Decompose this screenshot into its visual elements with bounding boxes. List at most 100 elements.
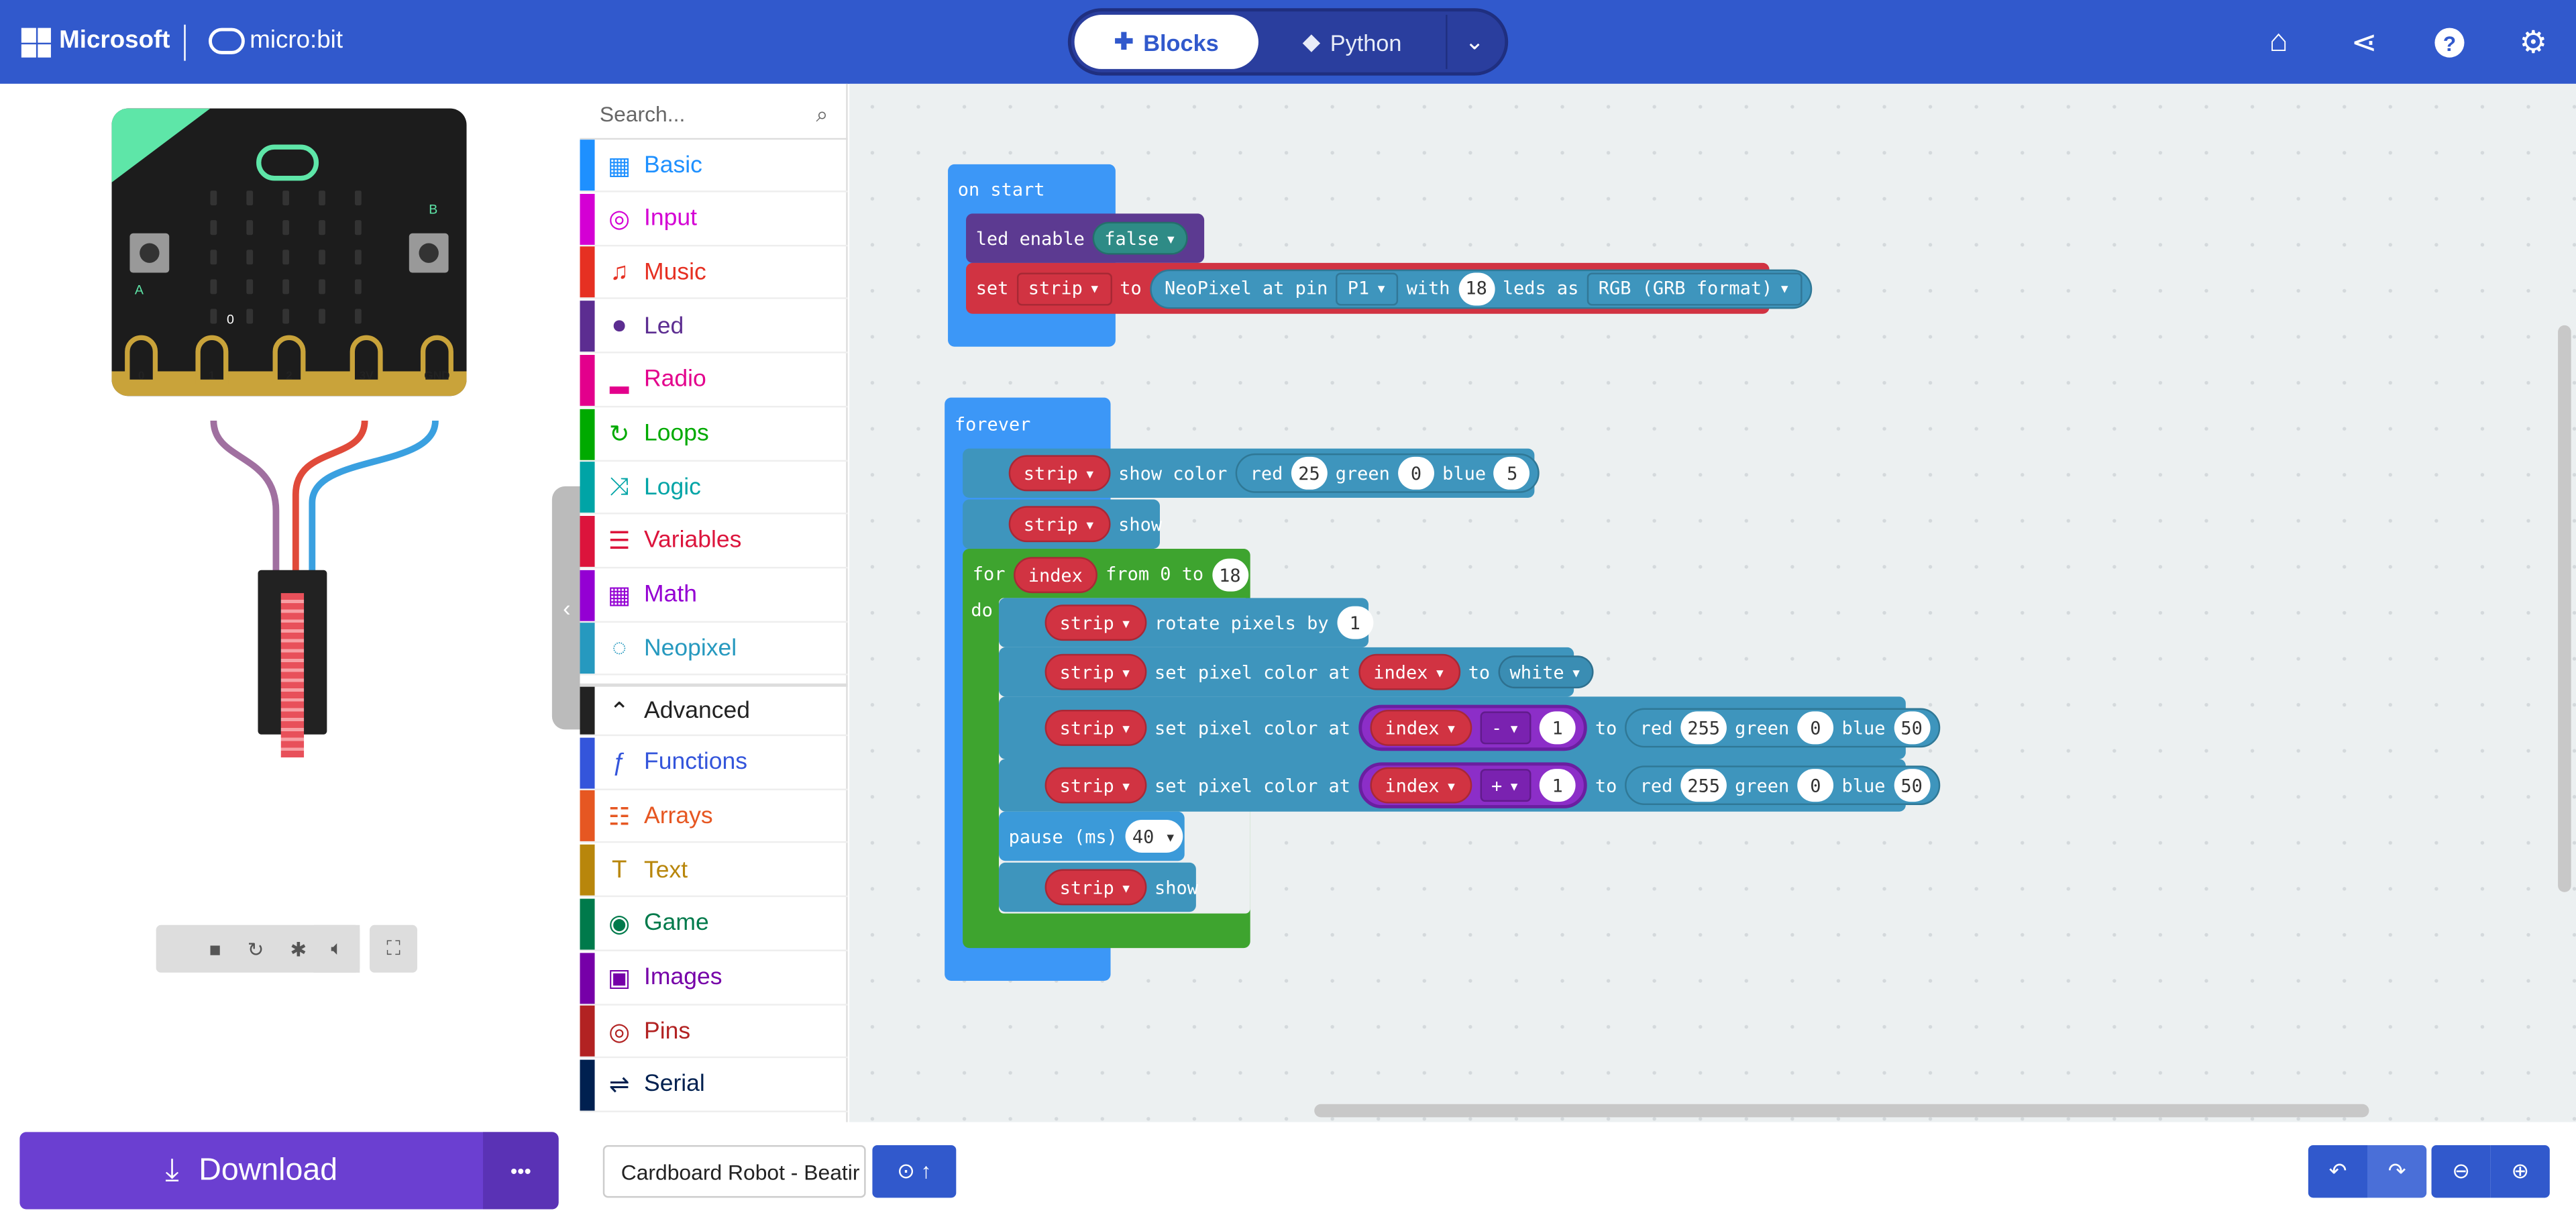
category-led[interactable]: ⏺ Led	[580, 301, 848, 354]
home-button[interactable]: ⌂	[2257, 21, 2300, 64]
green-input[interactable]: 0	[1797, 769, 1834, 802]
help-button[interactable]: ?	[2428, 21, 2471, 64]
debug-icon[interactable]: ✱	[290, 937, 307, 960]
settings-button[interactable]: ⚙	[2512, 21, 2555, 64]
category-images[interactable]: ▣ Images	[580, 952, 848, 1005]
index-dropdown[interactable]: index ▾	[1370, 709, 1472, 746]
operator-dropdown[interactable]: - ▾	[1479, 711, 1532, 745]
strip-dropdown[interactable]: strip ▾	[1044, 604, 1146, 641]
led-enable-block[interactable]: led enable false ▾	[966, 213, 1205, 263]
mode-dropdown[interactable]: RGB (GRB format) ▾	[1587, 272, 1802, 305]
set-strip-block[interactable]: set strip ▾ to NeoPixel at pin P1 ▾ with 1…	[966, 262, 1812, 314]
rotate-amount-input[interactable]: 1	[1336, 606, 1373, 639]
operand-input[interactable]: 1	[1539, 711, 1576, 745]
blue-input[interactable]: 5	[1494, 456, 1531, 490]
operand-input[interactable]: 1	[1539, 769, 1576, 802]
mute-button[interactable]: 🔈︎	[313, 924, 360, 973]
category-advanced[interactable]: ⌃ Advanced	[580, 683, 848, 737]
rgb-reporter[interactable]: red 25 green 0 blue 5	[1235, 453, 1540, 493]
stop-icon[interactable]: ■	[209, 937, 221, 960]
category-game[interactable]: ◉ Game	[580, 898, 848, 951]
download-main[interactable]: ⤓ Download	[19, 1153, 483, 1189]
category-arrays[interactable]: ☷ Arrays	[580, 790, 848, 844]
zoom-out-button[interactable]: ⊖	[2431, 1145, 2491, 1198]
category-variables[interactable]: ☰ Variables	[580, 515, 848, 569]
redo-button[interactable]: ↷	[2367, 1145, 2427, 1198]
fullscreen-button[interactable]: ⛶	[370, 924, 418, 973]
loop-end-input[interactable]: 18	[1212, 558, 1248, 592]
blocks-workspace[interactable]: on start led enable false ▾ set strip ▾ to…	[849, 83, 2576, 1122]
project-name-input[interactable]: Cardboard Robot - Beatir	[602, 1145, 866, 1198]
red-input[interactable]: 255	[1680, 711, 1727, 745]
github-button[interactable]: ⊙ ↑	[872, 1145, 957, 1198]
category-math[interactable]: ▦ Math	[580, 569, 848, 623]
set-pixel-white-block[interactable]: strip ▾ set pixel color at index ▾ to whit…	[998, 647, 1593, 697]
toolbox: Search... ⌕ ▦ Basic ◎ Input ♫ Music ⏺ Led ▂ Radio ↻…	[580, 83, 848, 1122]
red-input[interactable]: 255	[1680, 769, 1727, 802]
category-neopixel[interactable]: ◌ Neopixel	[580, 623, 848, 676]
strip-dropdown[interactable]: strip ▾	[1044, 653, 1146, 690]
set-pixel-minus-block[interactable]: strip ▾ set pixel color at index ▾ - ▾ 1 to r…	[998, 696, 1940, 759]
strip-show-block[interactable]: strip ▾ show	[963, 499, 1163, 549]
blue-input[interactable]: 50	[1893, 769, 1930, 802]
share-button[interactable]: ⋖	[2343, 21, 2385, 64]
neopixel-create-reporter[interactable]: NeoPixel at pin P1 ▾ with 18 leds as RGB …	[1149, 268, 1812, 309]
category-label: Game	[644, 910, 709, 937]
zoom-in-button[interactable]: ⊕	[2490, 1145, 2550, 1198]
category-functions[interactable]: ƒ Functions	[580, 737, 848, 790]
strip-dropdown[interactable]: strip ▾	[1008, 506, 1110, 543]
tab-blocks[interactable]: ✚ Blocks	[1074, 15, 1258, 69]
list-icon: ☰	[608, 528, 631, 556]
strip-show-block[interactable]: strip ▾ show	[998, 862, 1198, 912]
rgb-reporter[interactable]: red 255 green 0 blue 50	[1625, 708, 1940, 748]
horizontal-scrollbar[interactable]	[1314, 1104, 2369, 1118]
color-dropdown[interactable]: white ▾	[1498, 655, 1593, 689]
show-color-block[interactable]: strip ▾ show color red 25 green 0 blue 5	[963, 448, 1540, 498]
add-reporter[interactable]: index ▾ + ▾ 1	[1358, 762, 1587, 808]
subtract-reporter[interactable]: index ▾ - ▾ 1	[1358, 704, 1587, 751]
variable-dropdown[interactable]: strip ▾	[1016, 272, 1112, 305]
red-input[interactable]: 25	[1291, 456, 1328, 490]
tab-python[interactable]: ◆ Python	[1265, 15, 1440, 69]
category-input[interactable]: ◎ Input	[580, 193, 848, 246]
category-basic[interactable]: ▦ Basic	[580, 140, 848, 193]
category-logic[interactable]: ⤨ Logic	[580, 462, 848, 515]
green-input[interactable]: 0	[1797, 711, 1834, 745]
category-radio[interactable]: ▂ Radio	[580, 354, 848, 407]
strip-dropdown[interactable]: strip ▾	[1008, 455, 1110, 492]
rotate-pixels-block[interactable]: strip ▾ rotate pixels by 1	[998, 598, 1373, 647]
strip-dropdown[interactable]: strip ▾	[1044, 869, 1146, 906]
vertical-scrollbar[interactable]	[2558, 325, 2571, 892]
category-color-bar	[580, 569, 595, 621]
category-loops[interactable]: ↻ Loops	[580, 408, 848, 461]
green-input[interactable]: 0	[1398, 456, 1434, 490]
block-label: to	[1595, 716, 1617, 739]
index-variable[interactable]: index	[1013, 557, 1097, 594]
category-serial[interactable]: ⇌ Serial	[580, 1059, 848, 1112]
strip-dropdown[interactable]: strip ▾	[1044, 767, 1146, 804]
led-count-input[interactable]: 18	[1458, 272, 1495, 305]
index-dropdown[interactable]: index ▾	[1370, 767, 1472, 804]
language-dropdown-button[interactable]: ⌄	[1446, 15, 1501, 69]
blue-input[interactable]: 50	[1893, 711, 1930, 745]
category-text[interactable]: T Text	[580, 845, 848, 898]
block-label: show	[1118, 513, 1163, 535]
restart-icon[interactable]: ↻	[248, 937, 264, 960]
boolean-dropdown[interactable]: false ▾	[1093, 221, 1188, 255]
rgb-reporter[interactable]: red 255 green 0 blue 50	[1625, 765, 1940, 806]
download-more-button[interactable]: •••	[483, 1132, 559, 1210]
strip-dropdown[interactable]: strip ▾	[1044, 709, 1146, 746]
pause-block[interactable]: pause (ms) 40 ▾	[998, 811, 1185, 861]
block-label: from 0 to	[1106, 564, 1204, 585]
set-pixel-plus-block[interactable]: strip ▾ set pixel color at index ▾ + ▾ 1 to r…	[998, 759, 1940, 812]
category-pins[interactable]: ◎ Pins	[580, 1006, 848, 1059]
search-input[interactable]: Search... ⌕	[580, 91, 848, 140]
collapse-simulator-button[interactable]: ‹	[551, 486, 582, 730]
pin-dropdown[interactable]: P1 ▾	[1336, 272, 1399, 305]
index-dropdown[interactable]: index ▾	[1358, 653, 1460, 690]
category-music[interactable]: ♫ Music	[580, 247, 848, 300]
pause-duration-input[interactable]: 40 ▾	[1126, 820, 1183, 853]
operator-dropdown[interactable]: + ▾	[1479, 769, 1532, 802]
undo-button[interactable]: ↶	[2308, 1145, 2368, 1198]
download-button[interactable]: ⤓ Download •••	[19, 1132, 559, 1210]
